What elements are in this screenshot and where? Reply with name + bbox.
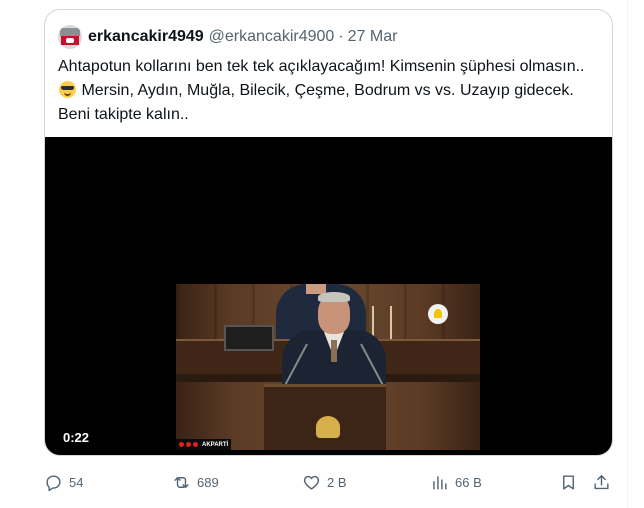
- repost-button[interactable]: 689: [172, 470, 219, 494]
- video-duration: 0:22: [59, 430, 94, 445]
- tweet-date[interactable]: 27 Mar: [348, 28, 398, 46]
- party-emblem-icon: [428, 304, 448, 324]
- tweet-text-part2: Mersin, Aydın, Muğla, Bilecik, Çeşme, Bo…: [58, 82, 574, 123]
- author-avatar[interactable]: [58, 25, 82, 49]
- header-separator: ·: [338, 28, 344, 45]
- repost-icon: [174, 476, 189, 488]
- bookmark-icon: [563, 474, 574, 490]
- bookmark-button[interactable]: [559, 470, 578, 494]
- sunglasses-face-emoji-icon: [59, 81, 76, 98]
- tv-channel-strip: AKPARTİ: [176, 439, 232, 450]
- views-button[interactable]: 66 B: [430, 470, 482, 494]
- tweet-text-part1: Ahtapotun kollarını ben tek tek açıklaya…: [58, 58, 585, 75]
- video-frame: AKPARTİ: [176, 284, 480, 450]
- like-count: 2 B: [327, 474, 347, 490]
- views-icon: [433, 475, 447, 490]
- author-handle[interactable]: @erkancakir4900: [209, 28, 335, 46]
- repost-count: 689: [197, 474, 219, 490]
- like-icon: [303, 475, 320, 490]
- reply-icon: [46, 474, 61, 491]
- monitor: [224, 325, 274, 351]
- video-player[interactable]: AKPARTİ 0:22: [45, 137, 612, 455]
- quoted-tweet-header: erkancakir4949 @erkancakir4900 · 27 Mar: [58, 25, 397, 49]
- timeline-border: [627, 0, 628, 508]
- share-button[interactable]: [592, 470, 611, 494]
- reply-count: 54: [69, 474, 84, 490]
- author-display-name[interactable]: erkancakir4949: [88, 28, 204, 46]
- views-count: 66 B: [455, 474, 482, 490]
- share-icon: [594, 474, 609, 489]
- like-button[interactable]: 2 B: [302, 470, 347, 494]
- quoted-tweet-card[interactable]: erkancakir4949 @erkancakir4900 · 27 Mar …: [44, 9, 613, 456]
- tweet-actions-bar: 54 689 2 B 66 B: [0, 470, 644, 494]
- podium-emblem-icon: [316, 416, 340, 438]
- quoted-tweet-text: Ahtapotun kollarını ben tek tek açıklaya…: [58, 55, 603, 127]
- channel-logo: AKPARTİ: [202, 441, 229, 448]
- reply-button[interactable]: 54: [44, 470, 83, 494]
